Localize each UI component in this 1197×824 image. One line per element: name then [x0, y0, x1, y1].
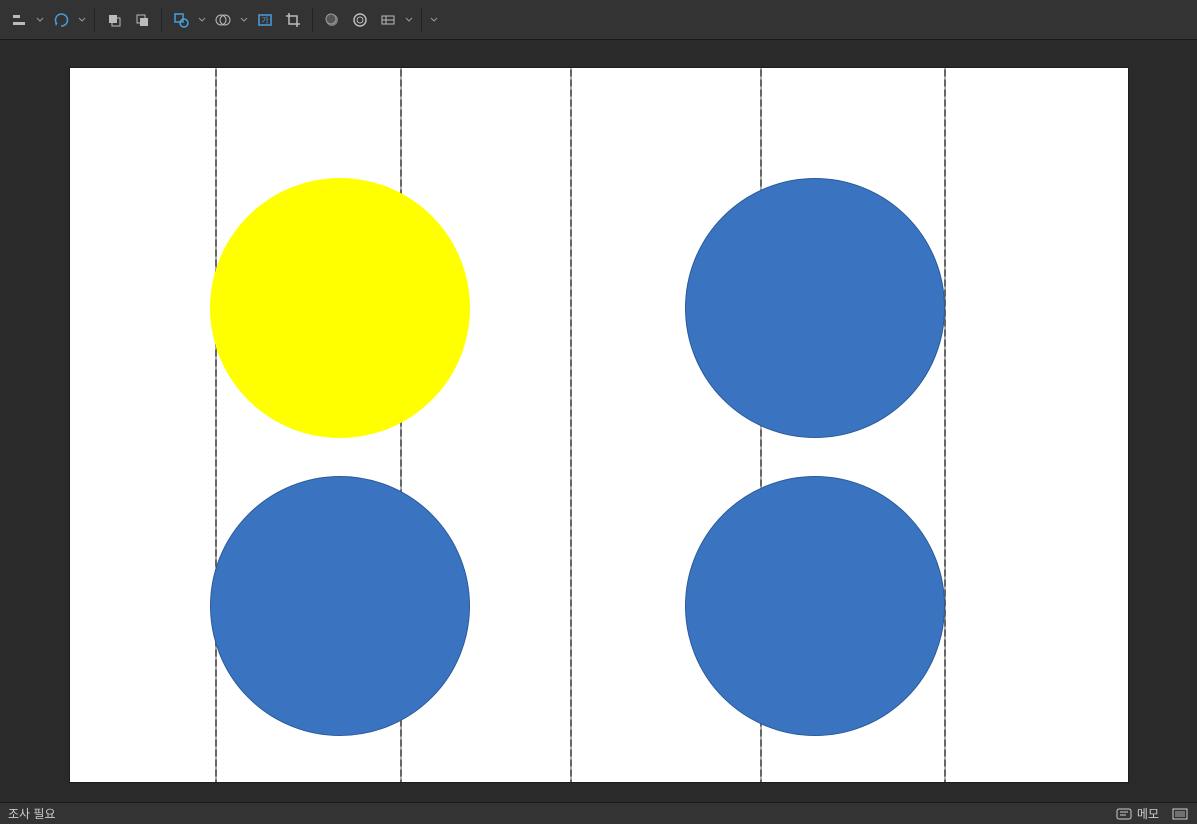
svg-text:가: 가 — [261, 16, 269, 25]
toolbar-separator — [421, 8, 422, 32]
guide-vertical[interactable] — [944, 68, 946, 782]
guide-horizontal[interactable] — [70, 768, 1128, 770]
shape-tool-dropdown[interactable] — [196, 7, 208, 33]
layout-tool[interactable] — [375, 7, 401, 33]
statusbar: 조사 필요 메모 — [0, 802, 1197, 824]
intersect-tool-dropdown[interactable] — [238, 7, 250, 33]
toolbar-separator — [161, 8, 162, 32]
workspace[interactable] — [0, 40, 1197, 802]
memo-label: 메모 — [1137, 805, 1159, 822]
intersect-tool[interactable] — [210, 7, 236, 33]
toolbar: 가 — [0, 0, 1197, 40]
memo-icon — [1115, 807, 1133, 821]
shape-circle[interactable] — [210, 178, 470, 438]
guide-horizontal[interactable] — [70, 234, 1128, 236]
guide-vertical[interactable] — [570, 68, 572, 782]
memo-toggle[interactable]: 메모 — [1115, 805, 1159, 822]
status-left-text: 조사 필요 — [8, 805, 56, 822]
status-right: 메모 — [1115, 805, 1189, 822]
filter-tool[interactable] — [347, 7, 373, 33]
toolbar-separator — [94, 8, 95, 32]
overflow-dropdown[interactable] — [428, 7, 440, 33]
arrange-front-tool[interactable] — [101, 7, 127, 33]
view-mode-icon[interactable] — [1171, 807, 1189, 821]
canvas[interactable] — [70, 68, 1128, 782]
rotate-tool-dropdown[interactable] — [76, 7, 88, 33]
toolbar-separator — [312, 8, 313, 32]
shape-circle[interactable] — [685, 178, 945, 438]
shape-circle[interactable] — [685, 476, 945, 736]
layout-tool-dropdown[interactable] — [403, 7, 415, 33]
align-tool-dropdown[interactable] — [34, 7, 46, 33]
rotate-tool[interactable] — [48, 7, 74, 33]
shape-circle[interactable] — [210, 476, 470, 736]
arrange-back-tool[interactable] — [129, 7, 155, 33]
crop-tool[interactable] — [280, 7, 306, 33]
guide-vertical[interactable] — [215, 68, 217, 782]
guide-horizontal[interactable] — [70, 420, 1128, 422]
shadow-tool[interactable] — [319, 7, 345, 33]
shape-tool[interactable] — [168, 7, 194, 33]
align-tool[interactable] — [6, 7, 32, 33]
textbox-tool[interactable]: 가 — [252, 7, 278, 33]
